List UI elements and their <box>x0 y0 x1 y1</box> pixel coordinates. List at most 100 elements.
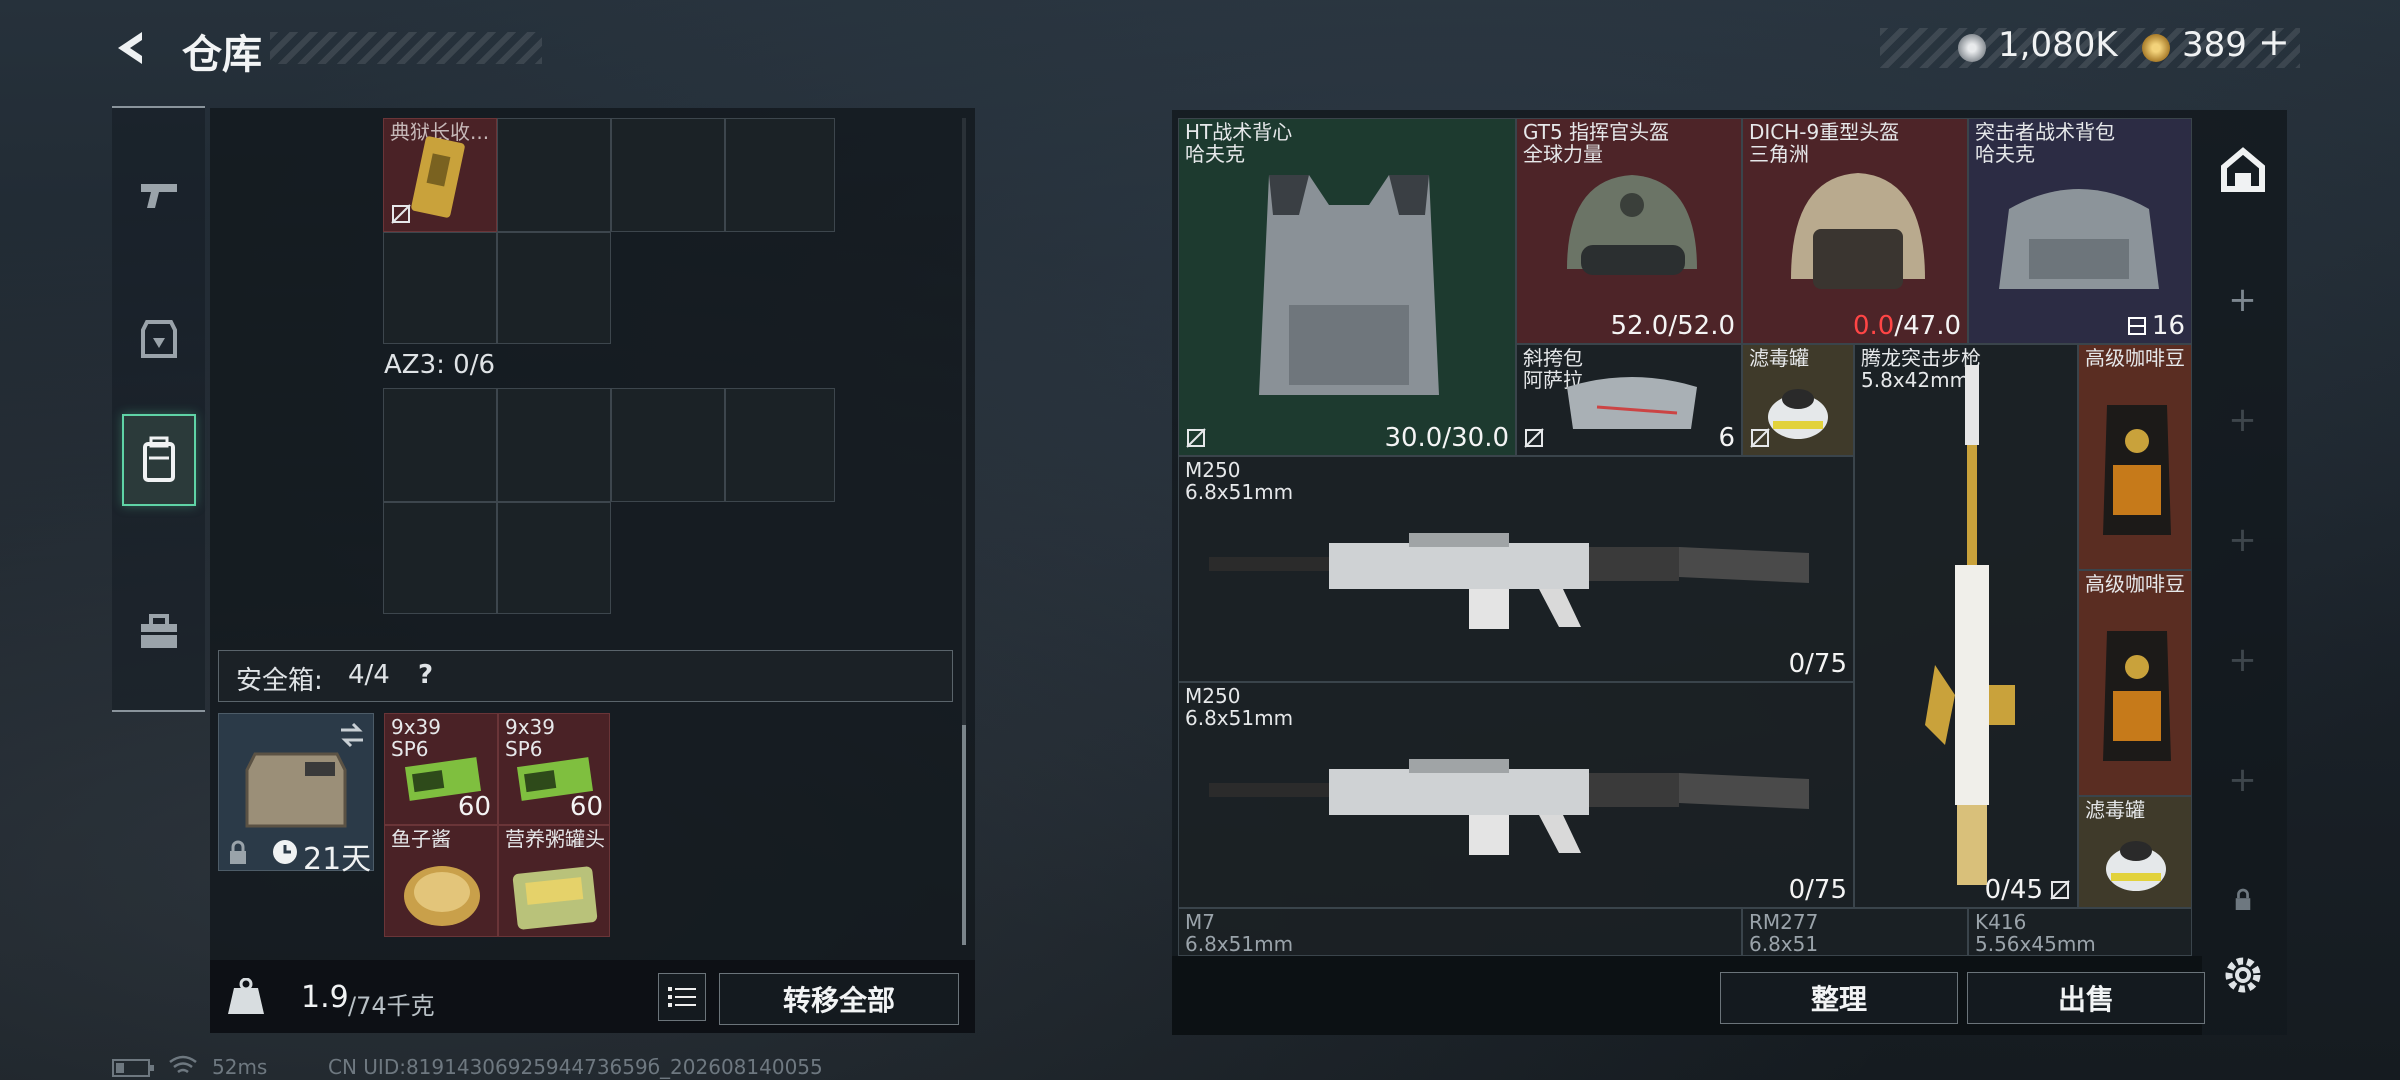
nav-equipment[interactable] <box>122 292 196 384</box>
filter-canister-image <box>1768 389 1828 439</box>
transfer-all-button[interactable]: 转移全部 <box>719 973 959 1025</box>
weight-icon <box>228 978 264 1014</box>
add-slot-button[interactable]: + <box>2200 390 2285 450</box>
empty-slot[interactable] <box>383 388 497 502</box>
safe-item-ammo[interactable]: 9x39 SP6 60 <box>498 713 610 825</box>
nav-weapons[interactable] <box>122 148 196 240</box>
silver-amount: 1,080K <box>1998 25 2118 65</box>
silver-coin-icon <box>1958 34 1986 62</box>
item-m7[interactable]: M7 6.8x51mm <box>1178 908 1742 956</box>
empty-slot[interactable] <box>383 232 497 344</box>
gear-icon <box>2225 957 2260 993</box>
safe-case-icon <box>245 752 347 828</box>
item-coffee-beans[interactable]: 高级咖啡豆 <box>2078 344 2192 570</box>
add-currency-button[interactable]: + <box>2258 20 2290 64</box>
pistol-icon <box>141 184 177 208</box>
item-vest[interactable]: HT战术背心 哈夫克 30.0/30.0 <box>1178 118 1516 456</box>
safe-box-header <box>218 650 953 702</box>
item-sling-bag[interactable]: 斜挎包 阿萨拉 6 <box>1516 344 1742 456</box>
sell-button[interactable]: 出售 <box>1967 972 2205 1024</box>
empty-slot[interactable] <box>725 388 835 502</box>
backpack-icon <box>143 436 175 482</box>
empty-slot[interactable] <box>611 118 725 232</box>
item-helmet-gt5[interactable]: GT5 指挥官头盔 全球力量 52.0/52.0 <box>1516 118 1742 344</box>
coffee-bag-image <box>2103 405 2171 535</box>
title-decoration <box>270 32 542 64</box>
list-view-button[interactable] <box>658 973 706 1021</box>
add-slot-button[interactable]: + <box>2200 510 2285 570</box>
toolbox-icon <box>141 614 177 648</box>
empty-slot[interactable] <box>497 388 611 502</box>
gold-amount: 389 <box>2182 25 2247 65</box>
stash-scroll-thumb[interactable] <box>962 725 966 945</box>
wifi-icon <box>169 1055 197 1074</box>
canned-food-icon <box>512 866 598 930</box>
empty-slot[interactable] <box>497 118 611 232</box>
coffee-bag-image <box>2103 631 2171 761</box>
item-assault-backpack[interactable]: 突击者战术背包 哈夫克 16 <box>1968 118 2192 344</box>
battery-icon <box>112 1059 154 1077</box>
no-trade-icon <box>2050 880 2070 900</box>
capacity-icon <box>2127 317 2146 335</box>
safe-item-ammo[interactable]: 9x39 SP6 60 <box>384 713 498 825</box>
list-icon <box>668 987 696 1007</box>
lock-icon <box>230 840 246 864</box>
backpack-image <box>1999 189 2159 289</box>
page-title: 仓库 <box>182 32 262 78</box>
item-gas-filter[interactable]: 滤毒罐 <box>2078 796 2192 908</box>
lock-icon <box>2235 888 2250 910</box>
category-nav <box>112 106 205 712</box>
nav-toolbox[interactable] <box>122 586 196 678</box>
helmet-image <box>1567 175 1697 275</box>
back-arrow-icon[interactable] <box>112 28 152 68</box>
no-trade-icon <box>1186 428 1206 448</box>
home-shield-icon <box>2220 147 2265 192</box>
safe-box-help-button[interactable]: ? <box>418 660 433 690</box>
item-k416[interactable]: K416 5.56x45mm <box>1968 908 2192 956</box>
safe-box-container[interactable]: 21天 <box>218 713 374 877</box>
empty-slot[interactable] <box>497 502 611 614</box>
empty-slot[interactable] <box>725 118 835 232</box>
caviar-tin-icon <box>404 866 480 926</box>
item-rm277[interactable]: RM277 6.8x51 <box>1742 908 1968 956</box>
item-coffee-beans[interactable]: 高级咖啡豆 <box>2078 570 2192 796</box>
add-slot-button[interactable]: + <box>2200 270 2285 330</box>
sling-bag-image <box>1567 377 1697 429</box>
character-slot[interactable] <box>2200 140 2285 200</box>
safe-item-caviar[interactable]: 鱼子酱 <box>384 825 498 937</box>
empty-slot[interactable] <box>611 388 725 502</box>
empty-slot[interactable] <box>497 232 611 344</box>
settings-button[interactable] <box>2200 945 2285 1005</box>
safe-box-count: 4/4 <box>348 660 390 690</box>
nav-backpack[interactable] <box>122 414 196 506</box>
capacity-value: 16 <box>2151 311 2185 341</box>
container-label: AZ3: 0/6 <box>384 350 496 380</box>
swap-icon[interactable] <box>337 722 367 748</box>
tactical-vest-image <box>1259 175 1439 395</box>
machine-gun-image <box>1209 533 1809 629</box>
empty-slot[interactable] <box>383 502 497 614</box>
no-trade-icon <box>1750 428 1770 448</box>
add-slot-button[interactable]: + <box>2200 750 2285 810</box>
weight-max: /74千克 <box>348 992 435 1020</box>
item-tenglong-rifle[interactable]: 腾龙突击步枪 5.8x42mm 0/45 <box>1854 344 2078 908</box>
keycard-icon <box>411 136 465 218</box>
machine-gun-image <box>1209 759 1809 855</box>
durability-max: /47.0 <box>1894 311 1961 341</box>
ping-readout: 52ms <box>212 1055 268 1079</box>
add-slot-button[interactable]: + <box>2200 630 2285 690</box>
organize-button[interactable]: 整理 <box>1720 972 1958 1024</box>
locked-slot <box>2200 870 2285 930</box>
item-gas-filter[interactable]: 滤毒罐 <box>1742 344 1854 456</box>
rifle-image <box>1925 365 2015 885</box>
gold-coin-icon <box>2142 34 2170 62</box>
item-m250-b[interactable]: M250 6.8x51mm 0/75 <box>1178 682 1854 908</box>
item-helmet-dich9[interactable]: DICH-9重型头盔 三角洲 0.0/47.0 <box>1742 118 1968 344</box>
quick-slots: + + + + + <box>2200 110 2285 1035</box>
safe-box-timer: 21天 <box>303 842 372 877</box>
safe-item-porridge[interactable]: 营养粥罐头 <box>498 825 610 937</box>
item-m250-a[interactable]: M250 6.8x51mm 0/75 <box>1178 456 1854 682</box>
item-cell-warden[interactable]: 典狱长收... <box>383 118 497 232</box>
no-trade-icon <box>391 204 411 224</box>
durability-current: 0.0 <box>1852 311 1895 341</box>
